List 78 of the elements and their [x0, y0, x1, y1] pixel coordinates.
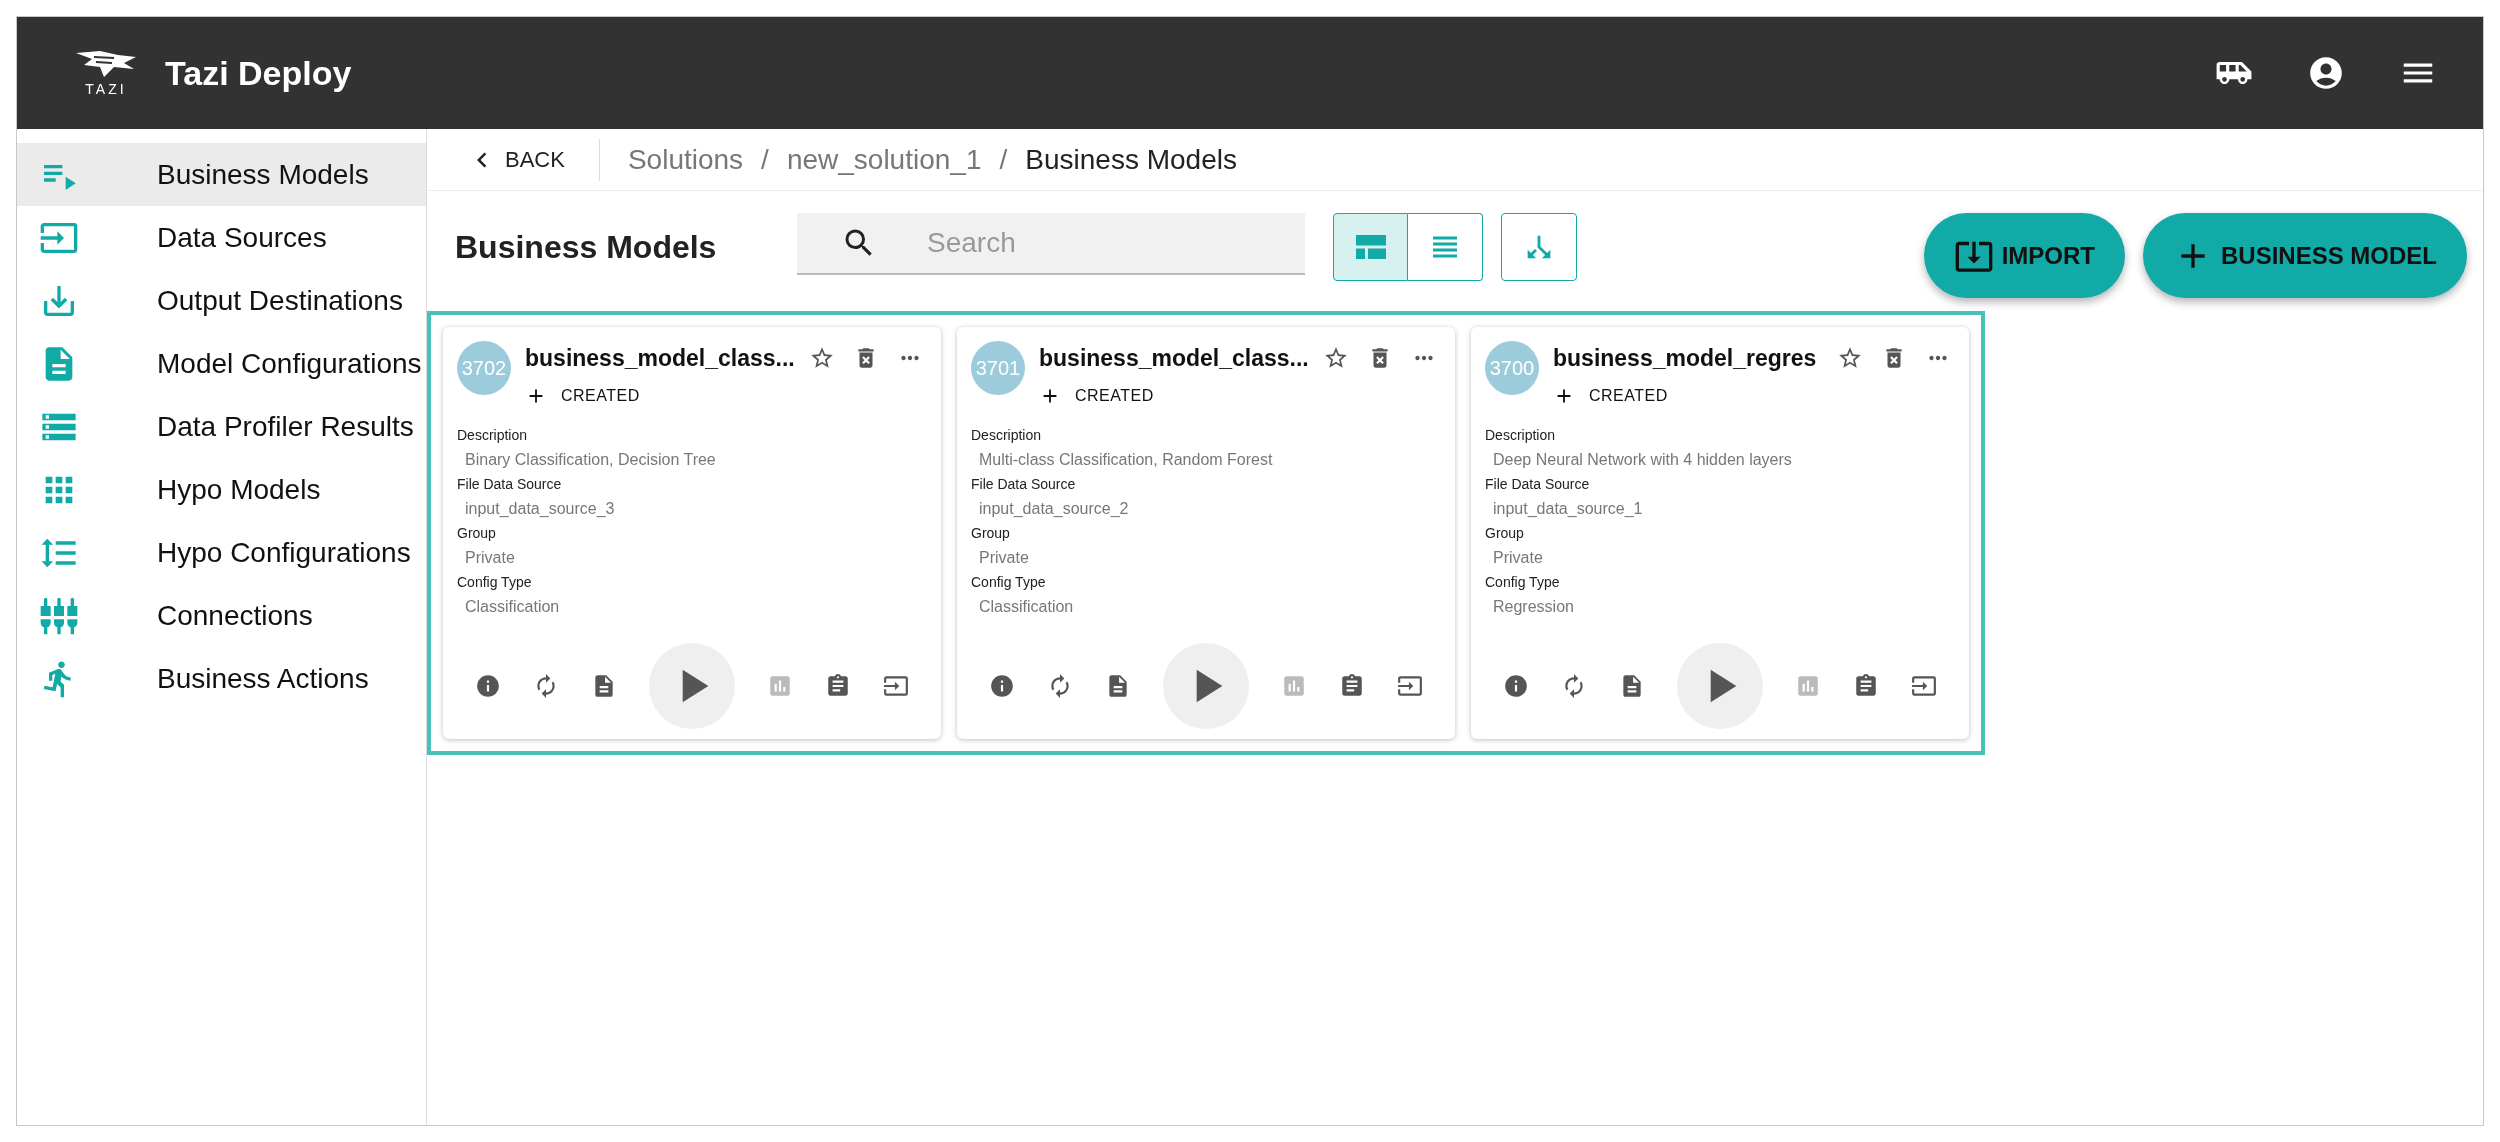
field-label: File Data Source — [1485, 475, 1591, 494]
avatar: 3701 — [971, 341, 1025, 395]
merge-button[interactable] — [1501, 213, 1577, 281]
plug-icon — [39, 595, 79, 636]
search-field[interactable]: Search — [797, 213, 1305, 275]
list-view-button[interactable] — [1408, 213, 1483, 281]
sidebar-item[interactable]: Model Configurations — [17, 332, 426, 395]
field-value: Deep Neural Network with 4 hidden layers — [1492, 450, 1793, 470]
field-value: Classification — [464, 597, 561, 617]
sidebar-item-label: Data Sources — [157, 221, 327, 254]
breadcrumb-link[interactable]: new_solution_1 — [786, 143, 982, 176]
breadcrumb-separator: / — [761, 143, 769, 176]
sidebar-item-label: Model Configurations — [157, 347, 422, 380]
breadcrumb-link[interactable]: Solutions — [627, 143, 744, 176]
card-title: business_model_class... — [525, 344, 795, 372]
input-icon[interactable] — [1911, 673, 1937, 699]
page-title: Business Models — [455, 229, 718, 266]
info-icon[interactable] — [475, 673, 501, 699]
sidebar-item[interactable]: Hypo Configurations — [17, 521, 426, 584]
avatar: 3702 — [457, 341, 511, 395]
field-label: File Data Source — [457, 475, 563, 494]
breadcrumb-link[interactable]: Business Models — [1025, 143, 1237, 176]
field-label: Config Type — [971, 573, 1047, 592]
field-value: input_data_source_1 — [1492, 499, 1644, 519]
field-label: Group — [971, 524, 1011, 543]
status-label: CREATED — [561, 387, 640, 405]
clipboard-icon[interactable] — [825, 673, 851, 699]
field-value: Private — [464, 548, 516, 568]
input-icon[interactable] — [883, 673, 909, 699]
sidebar-item-label: Business Actions — [157, 662, 369, 695]
import-button[interactable]: IMPORT — [1923, 213, 2125, 298]
field-value: Multi-class Classification, Random Forest — [978, 450, 1274, 470]
breadcrumb-separator: / — [999, 143, 1008, 176]
sidebar-item[interactable]: Business Actions — [17, 647, 426, 710]
info-icon[interactable] — [1503, 673, 1529, 699]
field-label: Description — [971, 426, 1043, 445]
sidebar-item-label: Hypo Models — [157, 473, 321, 506]
logo-text: TAZI — [85, 81, 127, 97]
field-label: Group — [457, 524, 497, 543]
back-button[interactable]: BACK — [467, 138, 600, 181]
field-value: Regression — [1492, 597, 1575, 617]
field-value: Classification — [978, 597, 1075, 617]
sidebar-item[interactable]: Hypo Models — [17, 458, 426, 521]
status-label: CREATED — [1589, 387, 1668, 405]
field-label: Config Type — [457, 573, 533, 592]
sidebar-item-label: Output Destinations — [157, 284, 403, 317]
input-icon[interactable] — [1397, 673, 1423, 699]
sidebar-item-label: Business Models — [157, 158, 369, 191]
sidebar-item-label: Hypo Configurations — [157, 536, 411, 569]
clipboard-icon[interactable] — [1339, 673, 1365, 699]
field-label: Group — [1485, 524, 1525, 543]
sidebar-item-label: Data Profiler Results — [157, 410, 414, 443]
field-value: input_data_source_2 — [978, 499, 1130, 519]
sidebar-item[interactable]: Business Models — [17, 143, 426, 206]
field-value: Binary Classification, Decision Tree — [464, 450, 717, 470]
avatar: 3700 — [1485, 341, 1539, 395]
field-label: Description — [457, 426, 529, 445]
sidebar-item[interactable]: Connections — [17, 584, 426, 647]
sidebar-item-label: Connections — [157, 599, 313, 632]
logo-icon — [74, 49, 138, 79]
field-value: input_data_source_3 — [464, 499, 616, 519]
status-label: CREATED — [1075, 387, 1154, 405]
account-icon[interactable] — [2307, 54, 2345, 92]
field-label: Description — [1485, 426, 1557, 445]
sidebar-item[interactable]: Data Sources — [17, 206, 426, 269]
info-icon[interactable] — [989, 673, 1015, 699]
clipboard-icon[interactable] — [1853, 673, 1879, 699]
sidebar-item[interactable]: Output Destinations — [17, 269, 426, 332]
search-input[interactable]: Search — [925, 213, 1305, 273]
card-title: business_model_class... — [1039, 344, 1309, 372]
app-title: Tazi Deploy — [165, 53, 352, 93]
sidebar-item[interactable]: Data Profiler Results — [17, 395, 426, 458]
field-label: Config Type — [1485, 573, 1561, 592]
field-value: Private — [1492, 548, 1544, 568]
field-label: File Data Source — [971, 475, 1077, 494]
card-title: business_model_regres — [1553, 344, 1817, 372]
field-value: Private — [978, 548, 1030, 568]
add-button[interactable]: BUSINESS MODEL — [2142, 213, 2467, 298]
